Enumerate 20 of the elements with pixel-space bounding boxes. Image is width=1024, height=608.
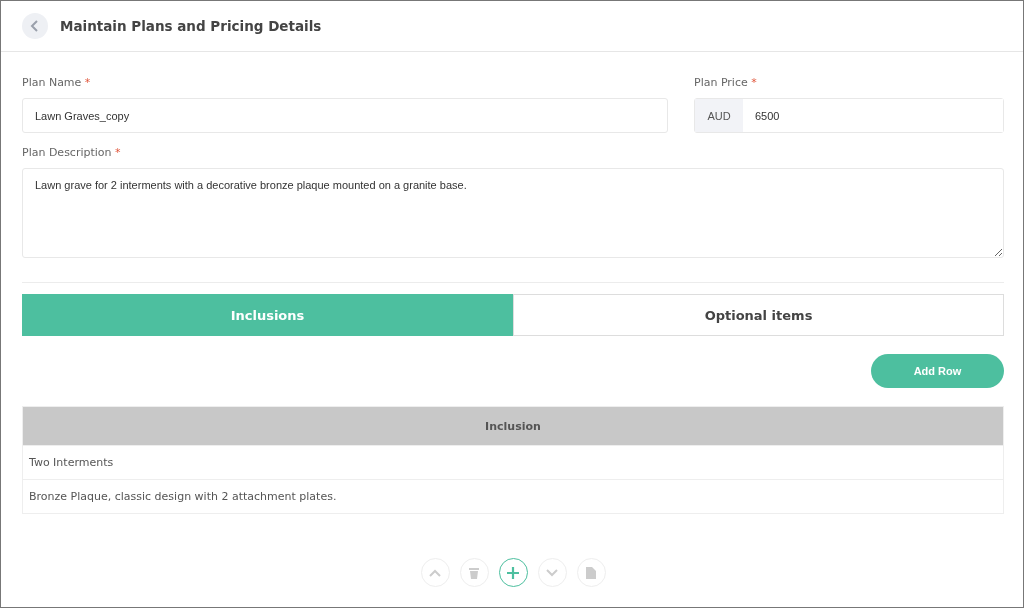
plus-icon <box>507 566 519 579</box>
table-cell: Bronze Plaque, classic design with 2 attachment plates. <box>29 490 337 503</box>
field-label: Plan Name * <box>22 76 92 90</box>
add-button[interactable] <box>498 558 528 587</box>
plan-description-field[interactable]: Lawn grave for 2 interments with a decorative bronze plaque mounted on a granite base. <box>22 168 1004 258</box>
plan-price-field[interactable]: AUD 6500 <box>694 98 1004 133</box>
back-button[interactable] <box>22 13 48 39</box>
tab[interactable]: Optional items <box>513 294 1004 336</box>
plan-name-field[interactable]: Lawn Graves_copy <box>22 98 668 133</box>
field-label: Plan Price * <box>694 76 758 90</box>
table-cell: Two Interments <box>29 456 114 469</box>
field-label: Plan Description * <box>22 146 122 160</box>
chevron-left-icon <box>30 20 40 32</box>
chevron-up-icon <box>429 568 441 577</box>
currency-label: AUD <box>695 99 743 132</box>
column-header: Inclusion <box>485 419 541 433</box>
document-icon <box>586 566 596 579</box>
page-title: Maintain Plans and Pricing Details <box>60 18 322 34</box>
trash-icon <box>469 566 479 579</box>
chevron-down-icon <box>546 568 558 577</box>
